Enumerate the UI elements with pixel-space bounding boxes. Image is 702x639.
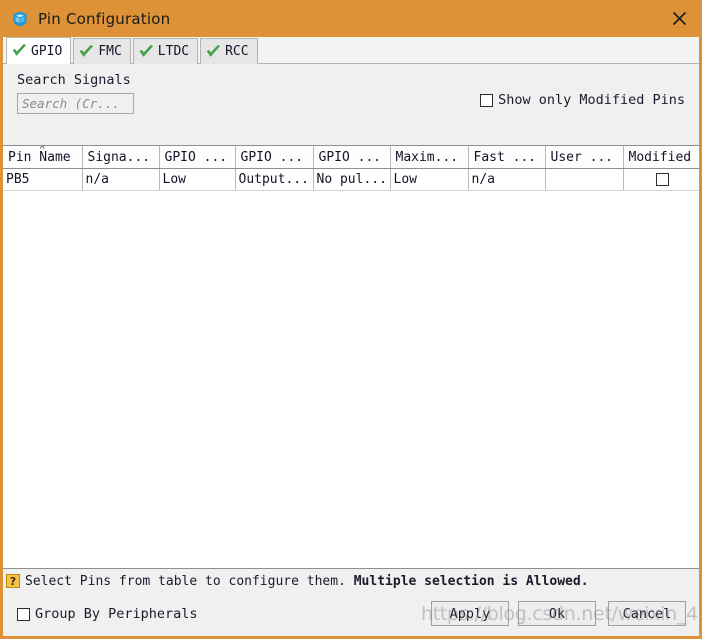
search-input[interactable] (17, 93, 134, 114)
search-panel: Search Signals Show only Modified Pins (3, 64, 699, 124)
tab-label: RCC (225, 44, 249, 59)
search-signals-label: Search Signals (17, 72, 131, 88)
table-row[interactable]: PB5 n/a Low Output... No pul... Low n/a (3, 168, 699, 191)
cell-gpio-mode[interactable]: Output... (235, 168, 314, 191)
show-only-modified-pins-checkbox[interactable]: Show only Modified Pins (480, 92, 685, 108)
cell-pin-name[interactable]: PB5 (3, 168, 83, 191)
column-header-label: Maxim... (395, 149, 459, 165)
cancel-button[interactable]: Cancel (608, 601, 686, 626)
tab-gpio[interactable]: GPIO (6, 37, 72, 64)
column-header-label: GPIO ... (318, 149, 382, 165)
column-header-label: User ... (550, 149, 614, 165)
statusbar: ? Select Pins from table to configure th… (3, 570, 699, 592)
table-header-row: ⌃ Pin Name Signa... GPIO ... GPIO ... GP… (3, 146, 699, 169)
tab-rcc[interactable]: RCC (200, 38, 258, 64)
column-header-pin-name[interactable]: ⌃ Pin Name (3, 146, 83, 169)
green-check-icon (12, 44, 26, 56)
pin-table-container[interactable]: ⌃ Pin Name Signa... GPIO ... GPIO ... GP… (3, 145, 699, 569)
status-message: Select Pins from table to configure them… (25, 574, 589, 589)
show-only-modified-pins-label: Show only Modified Pins (498, 92, 685, 108)
sort-ascending-icon: ⌃ (39, 146, 46, 156)
column-header-fast-mode[interactable]: Fast ... (468, 146, 546, 169)
bottom-bar: Group By Peripherals Apply Ok Cancel (3, 593, 699, 633)
ok-button[interactable]: Ok (518, 601, 596, 626)
column-header-gpio-output-level[interactable]: GPIO ... (159, 146, 236, 169)
tab-label: GPIO (31, 43, 63, 59)
row-modified-checkbox[interactable] (656, 172, 669, 186)
tab-fmc[interactable]: FMC (73, 38, 131, 64)
svg-text:?: ? (10, 575, 16, 588)
column-header-gpio-mode[interactable]: GPIO ... (235, 146, 314, 169)
column-header-user-label[interactable]: User ... (545, 146, 624, 169)
cell-gpio-output-level[interactable]: Low (159, 168, 236, 191)
status-message-normal: Select Pins from table to configure them… (25, 573, 354, 589)
green-check-icon (139, 44, 153, 57)
cell-maximum-speed[interactable]: Low (390, 168, 469, 191)
column-header-label: Modified (628, 149, 692, 165)
column-header-label: Fast ... (473, 149, 537, 165)
tab-label: FMC (98, 44, 122, 59)
green-check-icon (206, 44, 221, 57)
column-header-modified[interactable]: Modified (623, 146, 699, 169)
column-header-gpio-pull[interactable]: GPIO ... (313, 146, 391, 169)
column-header-label: GPIO ... (164, 149, 228, 165)
page-title: Pin Configuration (38, 9, 171, 28)
checkbox-box (17, 607, 30, 621)
pin-configuration-dialog: Pin Configuration GPIO FMC LTDC RCC Sear… (0, 0, 702, 639)
tab-label: LTDC (157, 44, 190, 59)
column-header-label: Signa... (87, 149, 151, 165)
column-header-maximum-speed[interactable]: Maxim... (390, 146, 469, 169)
cell-signal[interactable]: n/a (82, 168, 160, 191)
tabstrip: GPIO FMC LTDC RCC (3, 37, 699, 64)
checkbox-box (480, 93, 494, 107)
close-icon (672, 11, 686, 26)
close-button[interactable] (656, 0, 699, 37)
pin-table: ⌃ Pin Name Signa... GPIO ... GPIO ... GP… (3, 146, 699, 191)
cube-icon (13, 11, 27, 26)
cell-modified[interactable] (623, 168, 699, 191)
apply-button[interactable]: Apply (431, 601, 509, 626)
cell-fast-mode[interactable]: n/a (468, 168, 546, 191)
cell-user-label[interactable] (545, 168, 624, 191)
help-question-icon: ? (6, 574, 20, 588)
group-by-peripherals-label: Group By Peripherals (35, 606, 198, 622)
column-header-label: GPIO ... (240, 149, 304, 165)
green-check-icon (80, 44, 94, 57)
cell-gpio-pull[interactable]: No pul... (313, 168, 391, 191)
tab-ltdc[interactable]: LTDC (132, 38, 199, 64)
status-message-bold: Multiple selection is Allowed. (353, 573, 589, 589)
group-by-peripherals-checkbox[interactable]: Group By Peripherals (17, 606, 198, 622)
column-header-signal[interactable]: Signa... (82, 146, 160, 169)
titlebar: Pin Configuration (3, 0, 699, 37)
